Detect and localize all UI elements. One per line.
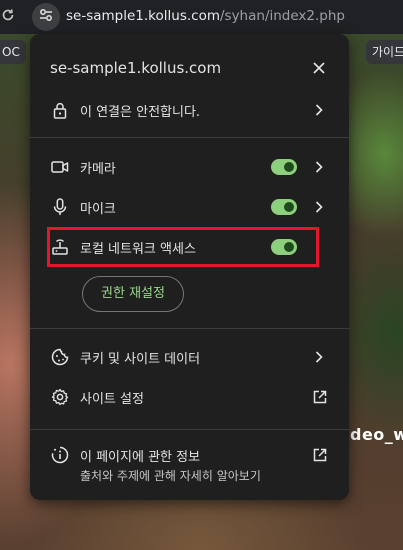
divider <box>30 429 349 430</box>
cookies-label: 쿠키 및 사이트 데이터 <box>80 352 201 367</box>
url-host: se-sample1.kollus.com <box>66 8 220 24</box>
reset-permissions-button[interactable]: 권한 재설정 <box>82 276 184 312</box>
tune-icon <box>38 7 54 27</box>
address-bar: se-sample1.kollus.com/syhan/index2.php <box>0 0 403 34</box>
close-button[interactable] <box>309 58 329 78</box>
url-path: /syhan/index2.php <box>219 8 345 24</box>
permission-row-camera[interactable]: 카메라 <box>30 149 349 185</box>
gear-icon <box>50 387 70 407</box>
microphone-icon <box>50 197 70 217</box>
page-info-label: 이 페이지에 관한 정보 <box>80 450 201 465</box>
camera-icon <box>50 157 70 177</box>
permission-label-microphone: 마이크 <box>80 202 116 217</box>
divider <box>30 137 349 138</box>
connection-label: 이 연결은 안전합니다. <box>80 105 201 120</box>
video-watermark-text: deo_wa <box>350 425 403 444</box>
site-settings-label: 사이트 설정 <box>80 392 144 407</box>
close-icon <box>313 59 325 78</box>
info-icon <box>50 445 70 465</box>
chevron-right-icon[interactable] <box>311 159 327 175</box>
reload-icon[interactable] <box>0 6 16 28</box>
connection-security-row[interactable]: 이 연결은 안전합니다. <box>30 92 349 128</box>
permission-row-microphone[interactable]: 마이크 <box>30 189 349 225</box>
permission-label-camera: 카메라 <box>80 162 116 177</box>
page-info-sublabel: 출처와 주제에 관해 자세히 알아보기 <box>80 469 261 483</box>
divider <box>30 328 349 329</box>
highlight-box <box>47 227 319 267</box>
toggle-knob <box>284 202 294 212</box>
bookmark-item-right[interactable]: 가이드 <box>366 40 403 64</box>
cookie-icon <box>50 347 70 367</box>
bookmark-item-left[interactable]: OC <box>0 40 26 64</box>
toggle-knob <box>284 162 294 172</box>
chevron-right-icon <box>311 102 327 118</box>
external-link-icon <box>311 388 329 406</box>
site-settings-row[interactable]: 사이트 설정 <box>30 379 349 415</box>
popup-title: se-sample1.kollus.com <box>50 59 222 77</box>
site-info-button[interactable] <box>32 3 60 31</box>
url-text[interactable]: se-sample1.kollus.com/syhan/index2.php <box>66 8 345 24</box>
cookies-row[interactable]: 쿠키 및 사이트 데이터 <box>30 339 349 375</box>
lock-icon <box>50 100 70 120</box>
camera-toggle[interactable] <box>271 159 297 175</box>
microphone-toggle[interactable] <box>271 199 297 215</box>
chevron-right-icon[interactable] <box>311 199 327 215</box>
page-info-row[interactable]: 이 페이지에 관한 정보 출처와 주제에 관해 자세히 알아보기 <box>30 437 349 487</box>
external-link-icon <box>311 446 329 464</box>
site-info-popup: se-sample1.kollus.com 이 연결은 안전합니다. 카메라 마… <box>30 34 349 500</box>
chevron-right-icon <box>311 349 327 365</box>
